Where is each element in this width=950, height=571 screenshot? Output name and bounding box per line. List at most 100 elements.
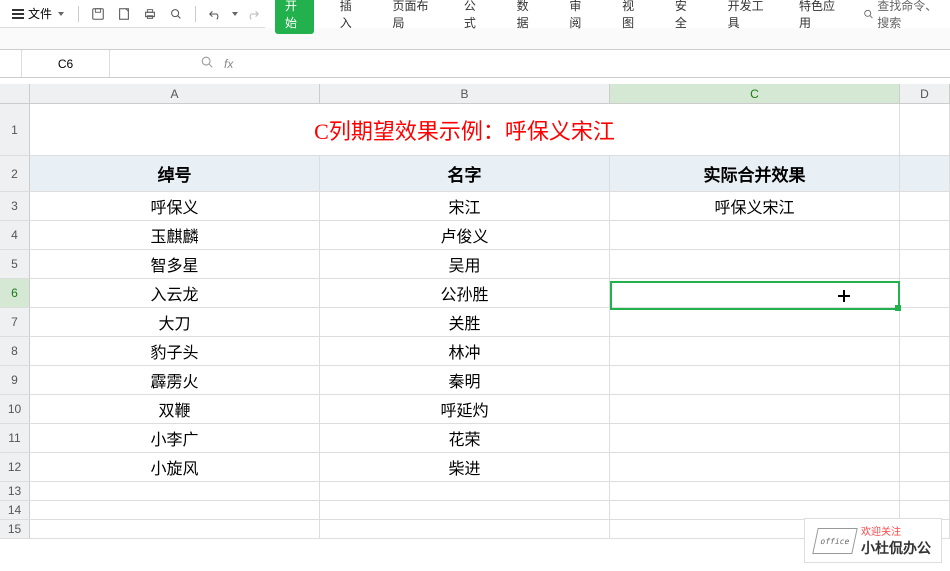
cell-empty[interactable]: [900, 482, 950, 500]
cell-name[interactable]: 呼延灼: [320, 395, 610, 423]
tab-formulas[interactable]: 公式: [456, 0, 491, 35]
cell-empty[interactable]: [610, 501, 900, 519]
cell-empty[interactable]: [30, 482, 320, 500]
cell-empty[interactable]: [320, 482, 610, 500]
cell-empty[interactable]: [900, 395, 950, 423]
cell-empty[interactable]: [900, 250, 950, 278]
print-button[interactable]: [139, 3, 161, 25]
cell-empty[interactable]: [30, 501, 320, 519]
col-header-A[interactable]: A: [30, 84, 320, 103]
cell-name[interactable]: 卢俊义: [320, 221, 610, 249]
col-header-D[interactable]: D: [900, 84, 950, 103]
row-header[interactable]: 6: [0, 279, 30, 307]
cell-empty[interactable]: [900, 501, 950, 519]
cell-nickname[interactable]: 霹雳火: [30, 366, 320, 394]
cell-empty[interactable]: [900, 453, 950, 481]
cell-nickname[interactable]: 玉麒麟: [30, 221, 320, 249]
tab-data[interactable]: 数据: [509, 0, 544, 35]
cell-name[interactable]: 公孙胜: [320, 279, 610, 307]
tab-security[interactable]: 安全: [667, 0, 702, 35]
undo-dropdown-icon[interactable]: [232, 12, 238, 16]
title-merged-cell[interactable]: C列期望效果示例：呼保义宋江: [30, 104, 900, 155]
cell-result[interactable]: 呼保义宋江: [610, 192, 900, 220]
save-button[interactable]: [87, 3, 109, 25]
cell-empty[interactable]: [320, 501, 610, 519]
cell-name[interactable]: 宋江: [320, 192, 610, 220]
col-header-C[interactable]: C: [610, 84, 900, 103]
cell-result[interactable]: [610, 279, 900, 307]
cell-name[interactable]: 吴用: [320, 250, 610, 278]
tab-review[interactable]: 审阅: [561, 0, 596, 35]
cell-name[interactable]: 花荣: [320, 424, 610, 452]
row-header[interactable]: 3: [0, 192, 30, 220]
cell-empty[interactable]: [900, 337, 950, 365]
tab-insert[interactable]: 插入: [332, 0, 367, 35]
tab-page-layout[interactable]: 页面布局: [384, 0, 437, 35]
header-nickname[interactable]: 绰号: [30, 156, 320, 191]
tab-view[interactable]: 视图: [614, 0, 649, 35]
row-header[interactable]: 7: [0, 308, 30, 336]
cell-result[interactable]: [610, 453, 900, 481]
cell-nickname[interactable]: 智多星: [30, 250, 320, 278]
fx-icon[interactable]: fx: [224, 57, 233, 71]
cell-D2[interactable]: [900, 156, 950, 191]
row-header[interactable]: 14: [0, 501, 30, 519]
cancel-formula-icon[interactable]: [200, 55, 214, 72]
header-name[interactable]: 名字: [320, 156, 610, 191]
cell-empty[interactable]: [900, 192, 950, 220]
cell-empty[interactable]: [900, 424, 950, 452]
command-search[interactable]: 查找命令、搜索: [863, 0, 950, 31]
row-header[interactable]: 4: [0, 221, 30, 249]
header-result[interactable]: 实际合并效果: [610, 156, 900, 191]
cell-nickname[interactable]: 双鞭: [30, 395, 320, 423]
print-preview-button[interactable]: [113, 3, 135, 25]
tab-special[interactable]: 特色应用: [791, 0, 844, 35]
cell-empty[interactable]: [30, 520, 320, 538]
cell-empty[interactable]: [320, 520, 610, 538]
cell-name[interactable]: 林冲: [320, 337, 610, 365]
cell-result[interactable]: [610, 337, 900, 365]
cell-name[interactable]: 关胜: [320, 308, 610, 336]
cell-result[interactable]: [610, 308, 900, 336]
tab-home[interactable]: 开始: [275, 0, 314, 34]
row-header-1[interactable]: 1: [0, 104, 30, 155]
cell-empty[interactable]: [900, 221, 950, 249]
cell-result[interactable]: [610, 221, 900, 249]
row-header[interactable]: 8: [0, 337, 30, 365]
row-header[interactable]: 11: [0, 424, 30, 452]
cell-result[interactable]: [610, 366, 900, 394]
select-all-corner[interactable]: [0, 84, 30, 103]
cell-empty[interactable]: [610, 482, 900, 500]
col-header-B[interactable]: B: [320, 84, 610, 103]
file-menu-button[interactable]: 文件: [6, 3, 70, 24]
formula-input[interactable]: [245, 50, 950, 77]
cell-nickname[interactable]: 入云龙: [30, 279, 320, 307]
cell-nickname[interactable]: 呼保义: [30, 192, 320, 220]
row-header[interactable]: 13: [0, 482, 30, 500]
name-box[interactable]: [36, 57, 96, 71]
row-header[interactable]: 5: [0, 250, 30, 278]
cell-D1[interactable]: [900, 104, 950, 155]
cell-nickname[interactable]: 小旋风: [30, 453, 320, 481]
cell-name[interactable]: 柴进: [320, 453, 610, 481]
cell-nickname[interactable]: 大刀: [30, 308, 320, 336]
cell-result[interactable]: [610, 250, 900, 278]
row-header[interactable]: 9: [0, 366, 30, 394]
tab-developer[interactable]: 开发工具: [720, 0, 773, 35]
cell-nickname[interactable]: 小李广: [30, 424, 320, 452]
cell-result[interactable]: [610, 424, 900, 452]
cell-result[interactable]: [610, 395, 900, 423]
row-header[interactable]: 15: [0, 520, 30, 538]
cell-empty[interactable]: [900, 308, 950, 336]
grid[interactable]: 1 C列期望效果示例：呼保义宋江 2 绰号 名字 实际合并效果 3呼保义宋江呼保…: [0, 104, 950, 539]
row-header-2[interactable]: 2: [0, 156, 30, 191]
cell-name[interactable]: 秦明: [320, 366, 610, 394]
redo-button[interactable]: [242, 3, 264, 25]
row-header[interactable]: 12: [0, 453, 30, 481]
preview-button[interactable]: [165, 3, 187, 25]
row-header[interactable]: 10: [0, 395, 30, 423]
undo-button[interactable]: [204, 3, 226, 25]
cell-empty[interactable]: [900, 279, 950, 307]
cell-empty[interactable]: [900, 366, 950, 394]
cell-nickname[interactable]: 豹子头: [30, 337, 320, 365]
